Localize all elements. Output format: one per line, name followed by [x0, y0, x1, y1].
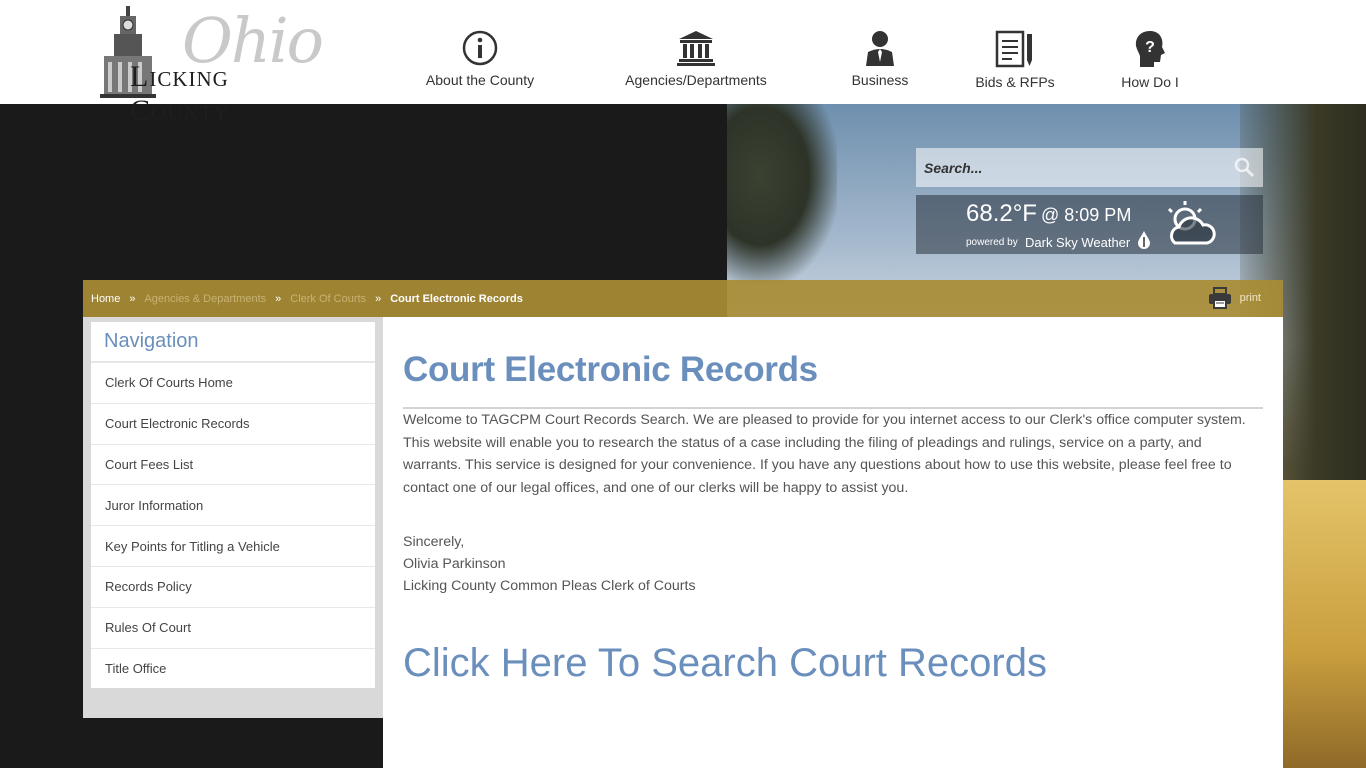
breadcrumb-home[interactable]: Home: [91, 293, 120, 305]
logo-county-text: Licking County: [130, 60, 230, 127]
nav-label: Bids & RFPs: [975, 74, 1055, 90]
tree-foliage-left: [727, 104, 837, 284]
nav-label: How Do I: [1121, 74, 1179, 90]
search-icon[interactable]: [1233, 156, 1255, 178]
businessman-icon: [866, 31, 894, 66]
breadcrumb-separator: »: [129, 292, 136, 305]
breadcrumb-agencies[interactable]: Agencies & Departments: [144, 293, 266, 305]
site-search: [916, 148, 1263, 187]
sidebar-title: Navigation: [91, 322, 375, 362]
document-pen-icon: [995, 30, 1032, 68]
sidebar-nav-panel: Navigation Clerk Of Courts Home Court El…: [91, 322, 375, 689]
info-icon: [462, 30, 498, 66]
nav-label: Agencies/Departments: [625, 72, 767, 88]
darksky-drop-icon: [1138, 231, 1150, 249]
print-label: print: [1239, 292, 1261, 304]
weather-powered-by: powered by: [966, 237, 1018, 248]
nav-business[interactable]: Business: [840, 30, 920, 88]
partly-cloudy-icon: [1167, 201, 1216, 245]
signature-title: Licking County Common Pleas Clerk of Cou…: [403, 578, 696, 594]
county-logo[interactable]: Ohio Licking County: [98, 4, 330, 127]
sidebar-item-clerk-of-courts-home[interactable]: Clerk Of Courts Home: [91, 362, 375, 403]
weather-provider-link[interactable]: Dark Sky Weather: [1025, 235, 1130, 250]
sidebar: Navigation Clerk Of Courts Home Court El…: [83, 317, 383, 718]
svg-text:?: ?: [1145, 39, 1155, 56]
breadcrumb-clerk-of-courts[interactable]: Clerk Of Courts: [290, 293, 366, 305]
breadcrumb-separator: »: [375, 292, 382, 305]
breadcrumb-separator: »: [275, 292, 282, 305]
printer-icon: [1208, 287, 1231, 309]
breadcrumb: Home » Agencies & Departments » Clerk Of…: [83, 280, 1283, 317]
sidebar-item-rules-of-court[interactable]: Rules Of Court: [91, 606, 375, 648]
question-head-icon: ?: [1135, 31, 1165, 67]
page-title: Court Electronic Records: [403, 350, 818, 389]
signature-name: Olivia Parkinson: [403, 556, 506, 572]
building-icon: [677, 31, 715, 66]
main-content: Court Electronic Records Welcome to TAGC…: [383, 317, 1283, 768]
weather-time: @ 8:09 PM: [1041, 205, 1132, 225]
nav-about-the-county[interactable]: About the County: [420, 30, 540, 88]
sidebar-item-juror-information[interactable]: Juror Information: [91, 484, 375, 525]
print-button[interactable]: print: [1208, 287, 1261, 309]
site-header: Ohio Licking County About the County Age…: [0, 0, 1366, 127]
nav-bids-rfps[interactable]: Bids & RFPs: [965, 30, 1065, 90]
nav-how-do-i[interactable]: ? How Do I: [1110, 30, 1190, 90]
search-court-records-link[interactable]: Click Here To Search Court Records: [403, 641, 1047, 686]
signature-block: Sincerely, Olivia Parkinson Licking Coun…: [403, 531, 696, 597]
nav-label: Business: [851, 72, 909, 88]
breadcrumb-current: Court Electronic Records: [390, 292, 523, 305]
weather-widget: 68.2°F @ 8:09 PM powered by Dark Sky Wea…: [916, 195, 1263, 254]
courthouse-facade: [1283, 480, 1366, 768]
search-input[interactable]: [924, 159, 1214, 176]
sidebar-item-court-fees-list[interactable]: Court Fees List: [91, 443, 375, 485]
sidebar-item-key-points-titling[interactable]: Key Points for Titling a Vehicle: [91, 525, 375, 566]
weather-temperature: 68.2°F: [966, 200, 1037, 227]
sidebar-item-title-office[interactable]: Title Office: [91, 647, 375, 689]
sidebar-item-court-electronic-records[interactable]: Court Electronic Records: [91, 402, 375, 444]
nav-label: About the County: [425, 72, 535, 88]
signature-closing: Sincerely,: [403, 534, 465, 550]
sidebar-item-records-policy[interactable]: Records Policy: [91, 565, 375, 607]
intro-paragraph: Welcome to TAGCPM Court Records Search. …: [403, 412, 1246, 497]
nav-agencies-departments[interactable]: Agencies/Departments: [616, 30, 776, 88]
